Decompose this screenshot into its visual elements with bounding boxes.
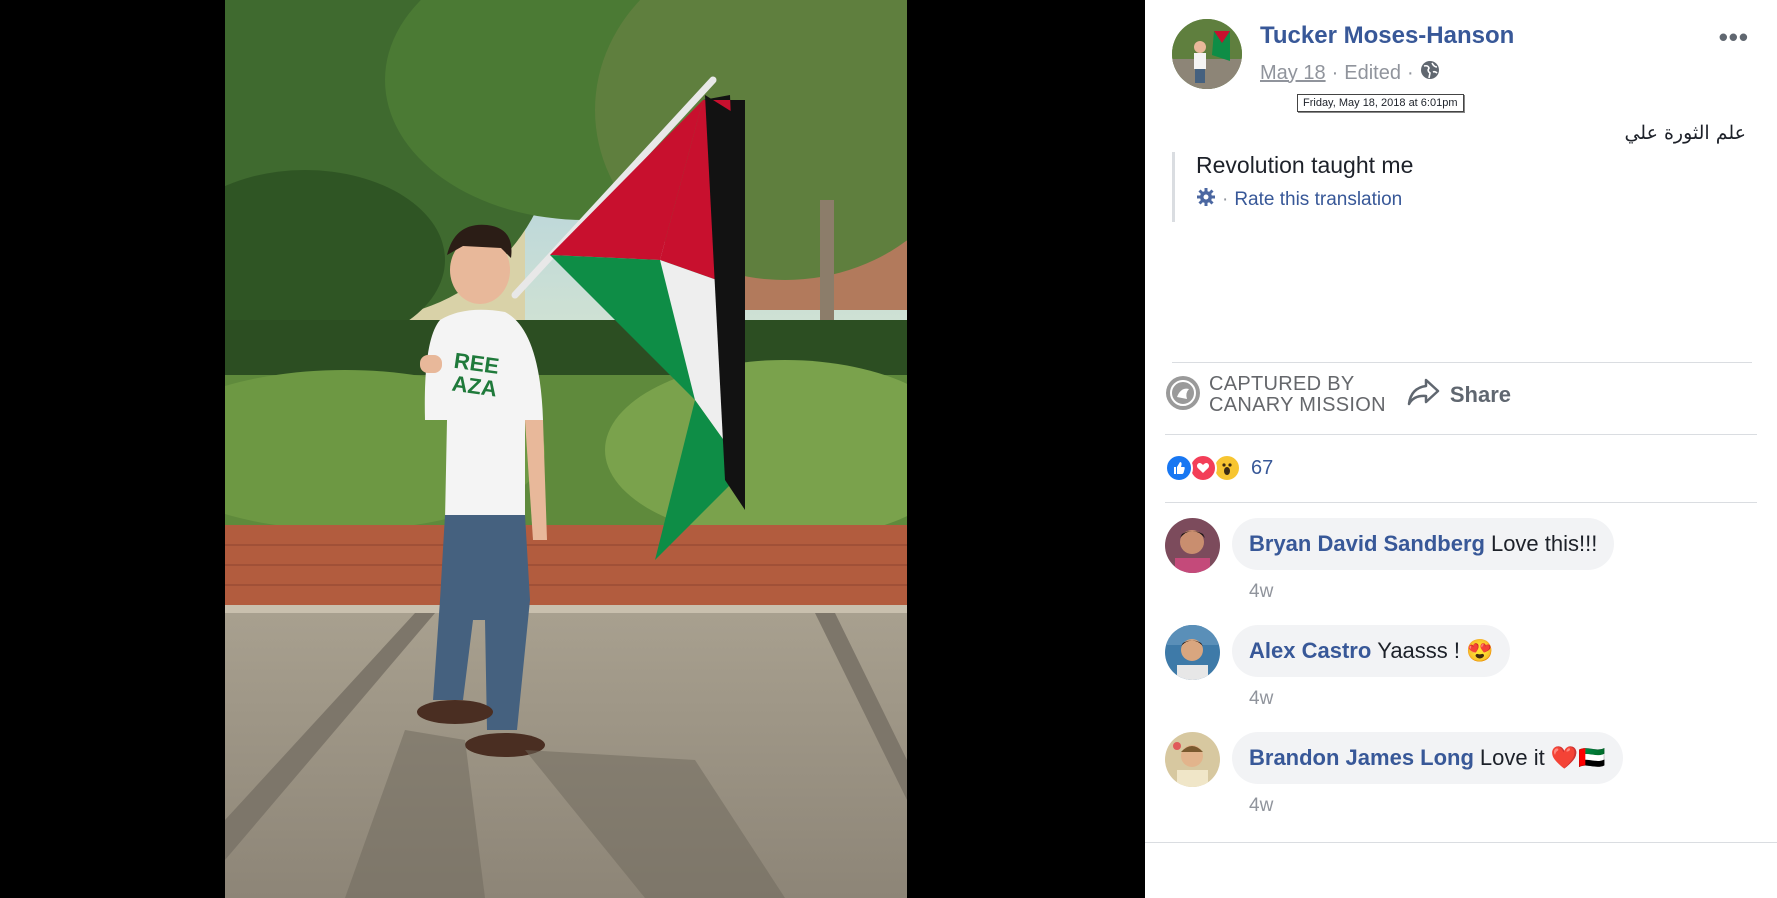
like-icon — [1165, 454, 1193, 482]
date-tooltip: Friday, May 18, 2018 at 6:01pm — [1297, 94, 1464, 112]
commenter-avatar[interactable] — [1165, 732, 1220, 787]
comment: Brandon James Long Love it ❤️🇦🇪 4w — [1165, 732, 1623, 817]
translated-text: Revolution taught me — [1196, 152, 1414, 178]
rate-translation-link[interactable]: Rate this translation — [1234, 189, 1402, 211]
divider — [1165, 502, 1757, 503]
comment-body: Brandon James Long Love it ❤️🇦🇪 4w — [1232, 732, 1623, 817]
captured-line1: CAPTURED BY — [1209, 373, 1355, 395]
meta-separator: · — [1331, 61, 1339, 84]
gear-icon[interactable] — [1196, 187, 1216, 213]
post-photo[interactable]: REE AZA — [225, 0, 907, 898]
love-icon — [1189, 454, 1217, 482]
post-panel: Tucker Moses-Hanson May 18 · Edited · Fr… — [1145, 0, 1777, 898]
heart-flag-emoji-icon: ❤️🇦🇪 — [1550, 745, 1606, 770]
rate-translation-row: · Rate this translation — [1196, 187, 1413, 213]
comment-bubble: Alex Castro Yaasss ! 😍 — [1232, 625, 1511, 677]
comment-time[interactable]: 4w — [1249, 795, 1623, 817]
action-bar: CAPTURED BY CANARY MISSION Share — [1165, 374, 1511, 416]
commenter-name[interactable]: Brandon James Long — [1249, 745, 1474, 771]
post-date[interactable]: May 18 — [1260, 62, 1326, 85]
photo-viewer: REE AZA — [0, 0, 1145, 898]
comment-body: Alex Castro Yaasss ! 😍 4w — [1232, 625, 1511, 710]
author-name[interactable]: Tucker Moses-Hanson — [1260, 22, 1514, 50]
comment-bubble: Brandon James Long Love it ❤️🇦🇪 — [1232, 732, 1623, 784]
divider — [1165, 434, 1757, 435]
rate-separator: · — [1222, 189, 1229, 210]
globe-icon[interactable] — [1420, 60, 1440, 86]
edited-label[interactable]: Edited — [1344, 62, 1401, 85]
comment-time[interactable]: 4w — [1249, 581, 1614, 603]
share-label: Share — [1449, 382, 1511, 407]
canary-mission-icon — [1165, 375, 1201, 416]
more-options-icon[interactable]: ••• — [1719, 22, 1749, 53]
reaction-count[interactable]: 67 — [1251, 457, 1273, 480]
comment-bubble: Bryan David Sandberg Love this!!! — [1232, 518, 1615, 570]
heart-eyes-emoji-icon: 😍 — [1466, 638, 1494, 663]
comment-text: Love this!!! — [1490, 531, 1598, 556]
commenter-name[interactable]: Bryan David Sandberg — [1249, 531, 1485, 557]
reactions-summary[interactable]: 67 — [1165, 454, 1273, 482]
post-original-text: علم الثورة علي — [1624, 122, 1746, 144]
share-icon — [1406, 377, 1440, 413]
post-meta: May 18 · Edited · — [1260, 60, 1440, 86]
comment-text: Love it — [1479, 745, 1545, 770]
comment: Bryan David Sandberg Love this!!! 4w — [1165, 518, 1615, 603]
comment-text: Yaasss ! — [1377, 638, 1461, 663]
author-avatar[interactable] — [1172, 19, 1242, 89]
captured-text: CAPTURED BY CANARY MISSION — [1209, 374, 1386, 416]
meta-separator: · — [1406, 61, 1414, 84]
captured-line2: CANARY MISSION — [1209, 394, 1386, 416]
comment-time[interactable]: 4w — [1249, 688, 1510, 710]
wow-icon — [1213, 454, 1241, 482]
share-button[interactable]: Share — [1406, 377, 1511, 413]
divider — [1145, 842, 1777, 843]
commenter-avatar[interactable] — [1165, 625, 1220, 680]
commenter-name[interactable]: Alex Castro — [1249, 638, 1371, 664]
translation-block: Revolution taught me · Rate this transla… — [1172, 152, 1413, 222]
comment: Alex Castro Yaasss ! 😍 4w — [1165, 625, 1511, 710]
commenter-avatar[interactable] — [1165, 518, 1220, 573]
comment-body: Bryan David Sandberg Love this!!! 4w — [1232, 518, 1615, 603]
divider — [1172, 362, 1752, 363]
captured-badge: CAPTURED BY CANARY MISSION — [1165, 374, 1386, 416]
